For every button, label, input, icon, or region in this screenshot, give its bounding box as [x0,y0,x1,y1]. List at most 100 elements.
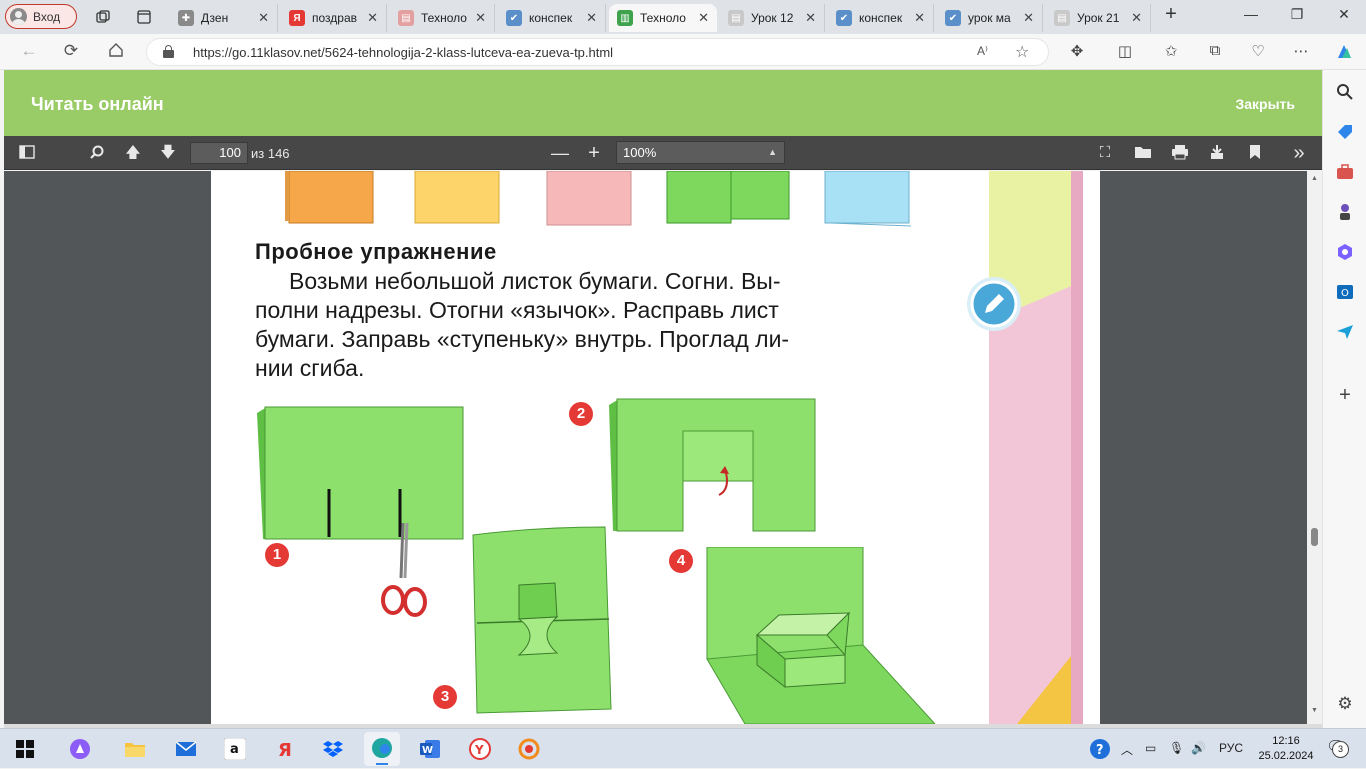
windows-start-icon[interactable] [14,738,36,760]
browser-tab[interactable]: ▤ Техноло ✕ [390,4,495,32]
yandex-icon[interactable]: Я [274,738,296,761]
read-aloud-icon[interactable]: A⁾ [977,44,988,58]
close-window-button[interactable]: ✕ [1333,6,1355,26]
performance-icon[interactable]: ♡ [1247,42,1269,62]
print-icon[interactable] [1171,144,1189,162]
system-clock[interactable]: 12:16 25.02.2024 [1258,734,1314,764]
browser-tab[interactable]: Япоздрав ✕ [281,4,387,32]
word-icon[interactable]: W [419,738,441,760]
url-text[interactable]: https://go.11klasov.net/5624-tehnologija… [193,45,613,60]
zoom-in-icon[interactable]: + [585,143,603,163]
paper-swatches-illustration [285,171,912,227]
tab-favicon-icon: ▥ [617,10,633,26]
extensions-icon[interactable]: ✥ [1066,42,1088,62]
zoom-out-icon[interactable]: — [551,144,569,162]
tab-close-icon[interactable]: ✕ [914,10,925,26]
new-tab-button[interactable]: + [1160,3,1182,25]
pdf-page: Пробное упражнение Возьми небольшой лист… [211,171,1100,724]
copilot-icon[interactable] [1333,42,1355,62]
media-player-icon[interactable] [518,738,540,760]
scroll-down-icon[interactable]: ▼ [1311,707,1318,714]
exercise-line: бумаги. Заправь «ступеньку» внутрь. Прог… [255,326,790,352]
browser-tab[interactable]: ✔ урок ма ✕ [937,4,1043,32]
maximize-button[interactable]: ❐ [1286,6,1308,26]
tab-close-icon[interactable]: ✕ [258,10,269,26]
tab-close-icon[interactable]: ✕ [805,10,816,26]
help-icon[interactable]: ? [1089,738,1111,763]
home-button[interactable] [104,41,128,63]
battery-icon[interactable]: ▭ [1145,741,1156,755]
tools-menu-icon[interactable]: » [1290,143,1308,163]
scrollbar-thumb[interactable] [1311,528,1318,546]
browser-tab[interactable]: ✚ Дзен ✕ [170,4,278,32]
microphone-icon[interactable]: 🎙 [1169,741,1184,755]
tab-close-icon[interactable]: ✕ [586,10,597,26]
next-page-icon[interactable]: 🡇 [159,144,177,162]
tab-close-icon[interactable]: ✕ [698,10,709,26]
add-sidebar-item-icon[interactable]: + [1335,385,1355,406]
favorites-icon[interactable]: ✩ [1160,42,1182,62]
tab-actions-icon[interactable] [133,6,155,28]
show-hidden-icons-chevron-icon[interactable]: ︿ [1121,741,1133,758]
settings-gear-icon[interactable]: ⚙ [1335,694,1355,714]
volume-icon[interactable]: 🔊 [1191,741,1206,755]
previous-page-icon[interactable]: 🡅 [124,144,142,162]
browser-tab[interactable]: ▥ Техноло ✕ [609,4,717,32]
reader-title: Читать онлайн [31,94,164,114]
search-icon[interactable] [1335,82,1355,102]
browser-tab[interactable]: ✔ конспек ✕ [498,4,606,32]
address-bar[interactable]: https://go.11klasov.net/5624-tehnologija… [146,38,1049,66]
svg-text:a: a [230,742,239,757]
vertical-scrollbar[interactable]: ▲ ▼ [1307,171,1322,724]
find-icon[interactable] [88,144,106,162]
games-icon[interactable] [1335,202,1355,222]
more-menu-icon[interactable]: ⋯ [1290,42,1312,62]
refresh-button[interactable]: ⟳ [59,41,83,63]
minimize-button[interactable]: — [1240,6,1262,26]
mail-icon[interactable] [175,738,197,760]
tab-favicon-icon: ✔ [836,10,852,26]
tab-close-icon[interactable]: ✕ [475,10,486,26]
language-indicator[interactable]: РУС [1219,741,1243,755]
dropbox-icon[interactable] [322,738,344,760]
zoom-value: 100% [623,145,657,160]
sidebar-toggle-icon[interactable] [18,144,36,162]
browser-tab[interactable]: ✔ конспек ✕ [828,4,934,32]
step-number-badge: 3 [433,685,457,709]
profile-button[interactable]: Вход [5,4,77,29]
bookmark-icon[interactable] [1246,144,1264,162]
collections-icon[interactable]: ⧉ [1204,42,1226,62]
download-icon[interactable] [1208,144,1226,162]
send-icon[interactable] [1335,322,1355,342]
edge-browser-icon[interactable] [364,732,400,766]
tools-icon[interactable] [1335,162,1355,182]
favorite-star-icon[interactable]: ☆ [1015,42,1029,62]
browser-tab[interactable]: ▤ Урок 21 ✕ [1046,4,1151,32]
open-file-icon[interactable] [1134,144,1152,162]
shopping-tag-icon[interactable] [1335,122,1355,142]
page-number-input[interactable]: 100 [190,142,248,164]
back-button[interactable]: ← [17,41,41,63]
workspaces-icon[interactable] [92,6,114,28]
lock-icon[interactable] [163,45,174,58]
tab-close-icon[interactable]: ✕ [1131,10,1142,26]
amazon-icon[interactable]: a [223,737,247,761]
tab-close-icon[interactable]: ✕ [1023,10,1034,26]
tab-favicon-icon: ✔ [506,10,522,26]
tab-title: поздрав [312,11,357,25]
microsoft-365-icon[interactable] [1335,242,1355,262]
step-1-illustration [257,406,464,617]
browser-tab[interactable]: ▤ Урок 12 ✕ [720,4,825,32]
file-explorer-icon[interactable] [124,738,146,760]
zoom-select[interactable]: 100% ▲▼ [616,141,785,178]
split-screen-icon[interactable]: ◫ [1114,42,1136,62]
alice-assistant-icon[interactable] [69,738,91,760]
outlook-icon[interactable]: O [1335,282,1355,302]
presentation-mode-icon[interactable]: ⛶ [1096,144,1114,162]
scroll-up-icon[interactable]: ▲ [1311,175,1318,182]
page-total: из 146 [251,146,290,161]
tab-title: Техноло [640,11,686,25]
yandex-browser-icon[interactable]: Y [469,738,491,760]
tab-close-icon[interactable]: ✕ [367,10,378,26]
close-reader-button[interactable]: Закрыть [1235,96,1295,112]
